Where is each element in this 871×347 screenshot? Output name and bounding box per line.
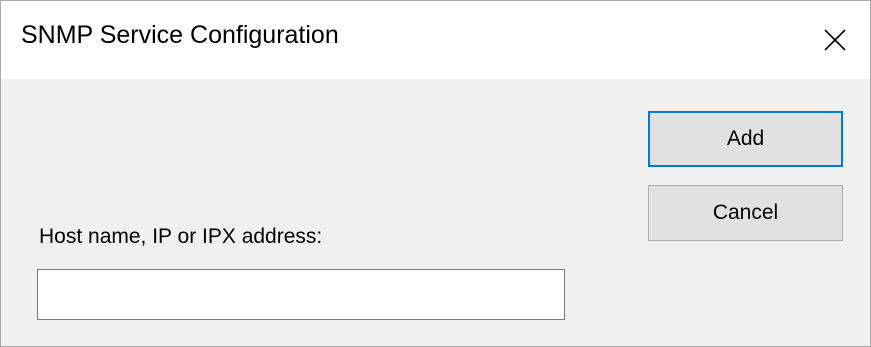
dialog-content: Host name, IP or IPX address: Add Cancel bbox=[1, 79, 870, 346]
host-address-label: Host name, IP or IPX address: bbox=[39, 225, 323, 248]
cancel-button[interactable]: Cancel bbox=[648, 185, 843, 241]
snmp-service-configuration-dialog: SNMP Service Configuration Host name, IP… bbox=[0, 0, 871, 347]
add-button[interactable]: Add bbox=[648, 111, 843, 167]
title-bar: SNMP Service Configuration bbox=[1, 1, 870, 79]
window-title: SNMP Service Configuration bbox=[21, 21, 339, 49]
host-address-input[interactable] bbox=[37, 269, 565, 320]
close-button[interactable] bbox=[800, 1, 870, 79]
close-icon bbox=[824, 29, 846, 51]
